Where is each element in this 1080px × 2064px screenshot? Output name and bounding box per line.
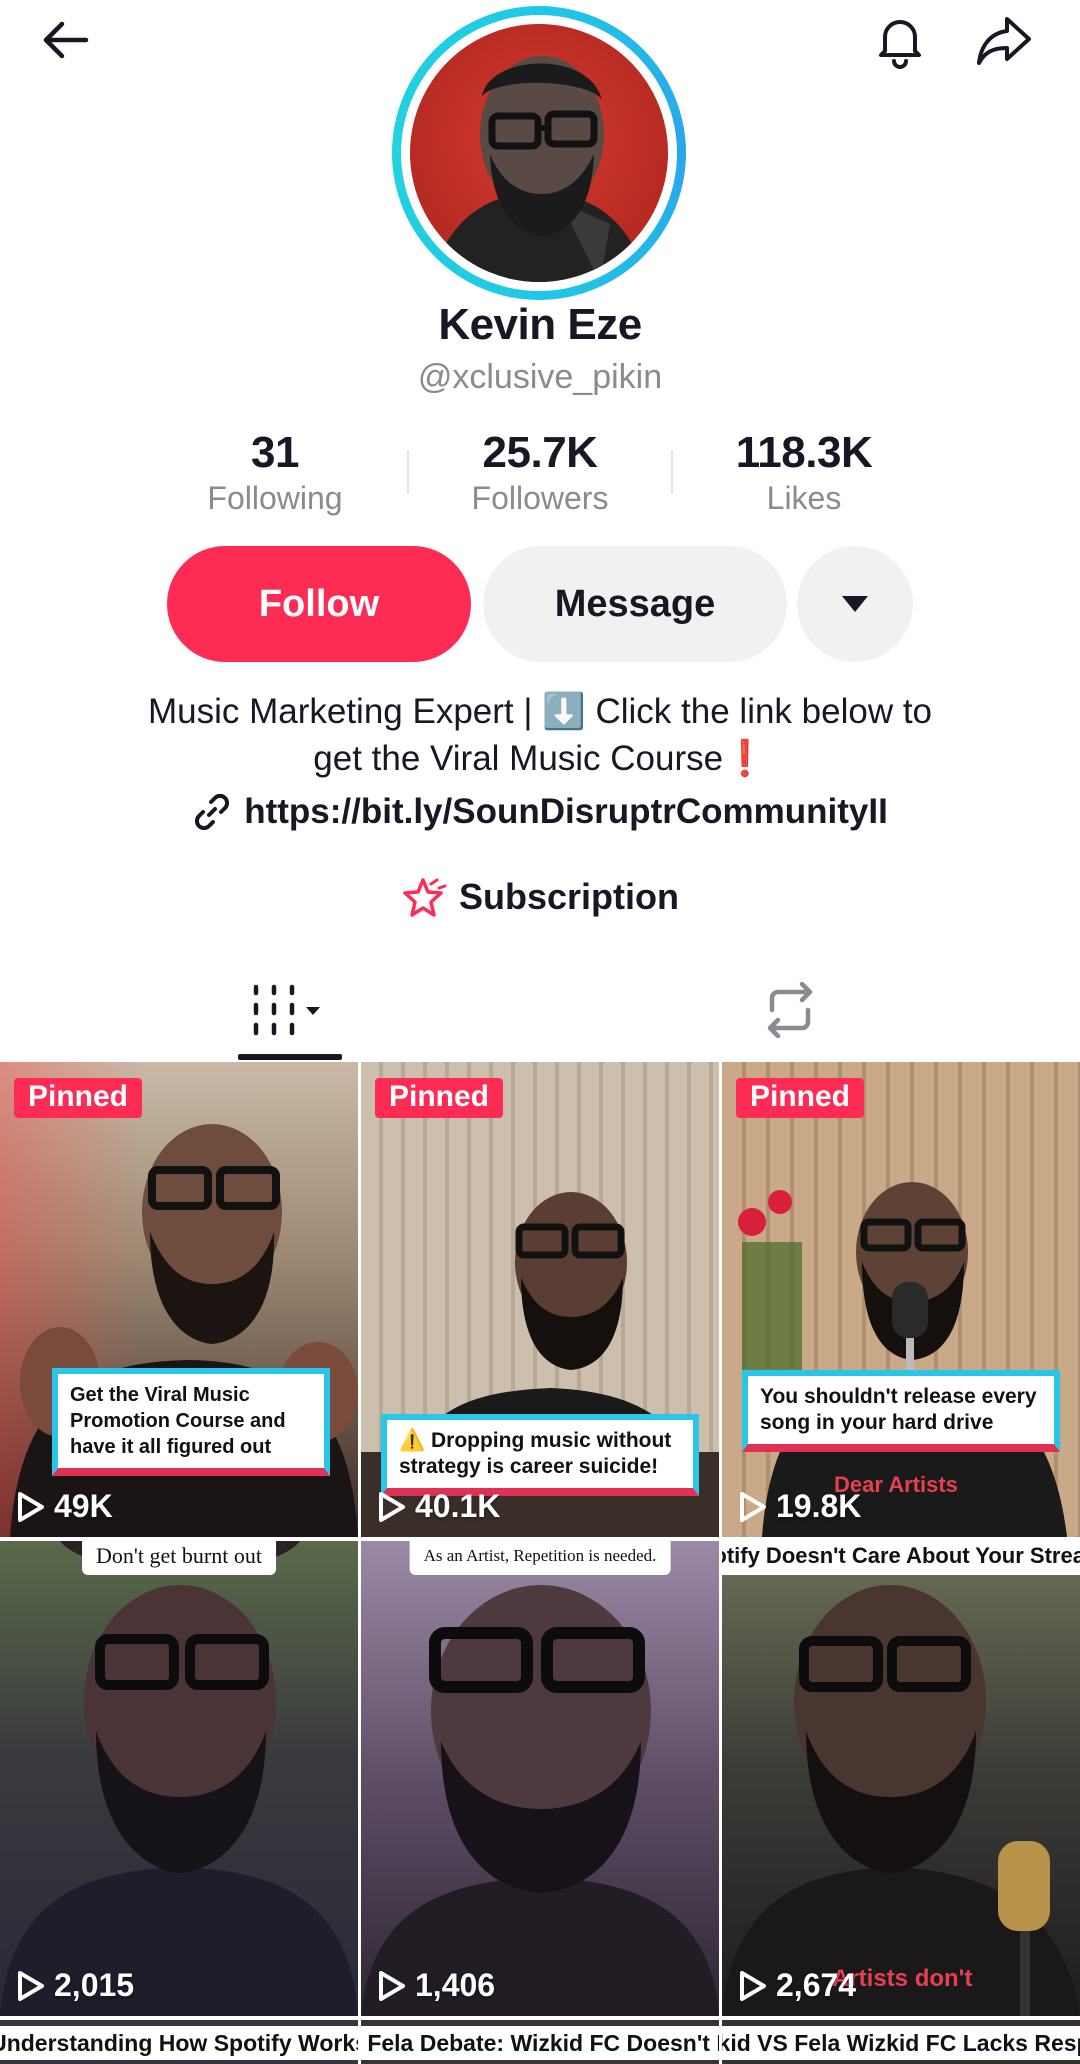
video-thumbnail[interactable]: Don't get burnt out 2,015 (0, 1541, 358, 2016)
profile-bio: Music Marketing Expert | ⬇️ Click the li… (60, 688, 1020, 782)
subscription-label: Subscription (458, 876, 679, 917)
video-thumbnail[interactable]: Wizkid Vs Fela Debate: Wizkid FC Doesn't… (361, 2020, 719, 2064)
video-title-caption: Understanding How Spotify Works (0, 2026, 358, 2060)
video-top-caption: Don't get burnt out (82, 1541, 276, 1575)
profile-name: Kevin Eze (438, 300, 642, 349)
subscription-button[interactable]: Subscription (0, 876, 1080, 918)
dropdown-caret-icon (842, 596, 868, 612)
video-thumbnail[interactable]: Pinned You shouldn't release every song … (722, 1062, 1080, 1537)
pinned-badge: Pinned (736, 1078, 865, 1118)
stat-value: 31 (251, 428, 299, 477)
stat-label: Following (207, 480, 343, 516)
view-count-text: 2,674 (776, 1967, 857, 2003)
view-count-text: 40.1K (415, 1488, 501, 1524)
person-figure (0, 1541, 358, 2016)
video-thumbnail[interactable]: Understanding How Spotify Works (0, 2020, 358, 2064)
more-options-button[interactable] (797, 546, 913, 662)
video-thumbnail[interactable]: Pinned ⚠️ Dropping music without strateg… (361, 1062, 719, 1537)
video-title-caption: Wizkid Vs Fela Debate: Wizkid FC Doesn't… (361, 2026, 719, 2060)
video-caption: Get the Viral Music Promotion Course and… (52, 1368, 330, 1476)
content-tabs (0, 960, 1080, 1060)
video-thumbnail[interactable]: Wizkid VS Fela Wizkid FC Lacks Respect (722, 2020, 1080, 2064)
view-count: 2,674 (738, 1967, 856, 2004)
bell-icon[interactable] (868, 8, 932, 72)
stat-value: 25.7K (482, 428, 598, 477)
person-figure (738, 1182, 1067, 1537)
play-icon (18, 1491, 44, 1522)
subscription-star-icon (403, 878, 447, 917)
pinned-badge: Pinned (14, 1078, 143, 1118)
stat-likes[interactable]: 118.3K Likes (672, 428, 936, 517)
tab-videos[interactable] (200, 960, 380, 1060)
person-figure (722, 1585, 1080, 2016)
link-icon (195, 793, 230, 831)
view-count-text: 49K (54, 1488, 113, 1524)
stat-value: 118.3K (735, 428, 873, 477)
stat-following[interactable]: 31 Following (143, 428, 407, 517)
avatar-image (410, 24, 668, 282)
person-figure (361, 1585, 719, 2016)
view-count-text: 19.8K (776, 1488, 862, 1524)
play-icon (740, 1970, 766, 2001)
avatar[interactable] (392, 6, 686, 300)
video-top-caption: As an Artist, Repetition is needed. (409, 1541, 671, 1575)
play-icon (18, 1970, 44, 2001)
profile-stats: 31 Following 25.7K Followers 118.3K Like… (0, 428, 1080, 518)
stat-label: Followers (471, 480, 609, 516)
active-tab-indicator (238, 1054, 342, 1060)
back-arrow-icon[interactable] (34, 8, 98, 72)
share-icon[interactable] (972, 8, 1036, 72)
video-title-caption: Wizkid VS Fela Wizkid FC Lacks Respect (722, 2026, 1080, 2060)
view-count: 19.8K (738, 1488, 861, 1525)
stat-followers[interactable]: 25.7K Followers (408, 428, 672, 517)
video-caption: ⚠️ Dropping music without strategy is ca… (381, 1414, 699, 1496)
play-icon (740, 1491, 766, 1522)
play-icon (379, 1970, 405, 2001)
bio-line: get the Viral Music Course❗ (313, 739, 767, 778)
video-thumbnail[interactable]: Pinned Get the Viral Music Promotion Cou… (0, 1062, 358, 1537)
video-caption: You shouldn't release every song in your… (742, 1370, 1060, 1452)
stat-label: Likes (766, 480, 842, 516)
profile-handle: @xclusive_pikin (417, 358, 663, 396)
profile-link[interactable]: https://bit.ly/SounDisruptrCommunityII (0, 792, 1080, 832)
video-thumbnail[interactable]: As an Artist, Repetition is needed. 1,40… (361, 1541, 719, 2016)
view-count: 2,015 (16, 1967, 134, 2004)
follow-button[interactable]: Follow (167, 546, 471, 662)
pinned-badge: Pinned (375, 1078, 504, 1118)
view-count-text: 1,406 (415, 1967, 496, 2003)
view-count: 40.1K (377, 1488, 500, 1525)
bio-line: Music Marketing Expert | ⬇️ Click the li… (147, 692, 933, 731)
video-thumbnail[interactable]: Spotify Doesn't Care About Your Streams … (722, 1541, 1080, 2016)
view-count-text: 2,015 (54, 1967, 135, 2003)
tab-reposts[interactable] (700, 960, 880, 1060)
link-text: https://bit.ly/SounDisruptrCommunityII (244, 792, 888, 831)
message-button[interactable]: Message (483, 546, 787, 662)
repost-icon (767, 982, 813, 1038)
view-count: 1,406 (377, 1967, 495, 2004)
play-icon (379, 1491, 405, 1522)
videos-grid-icon (253, 984, 320, 1036)
view-count: 49K (16, 1488, 113, 1525)
video-top-caption: Spotify Doesn't Care About Your Streams (722, 1541, 1080, 1575)
